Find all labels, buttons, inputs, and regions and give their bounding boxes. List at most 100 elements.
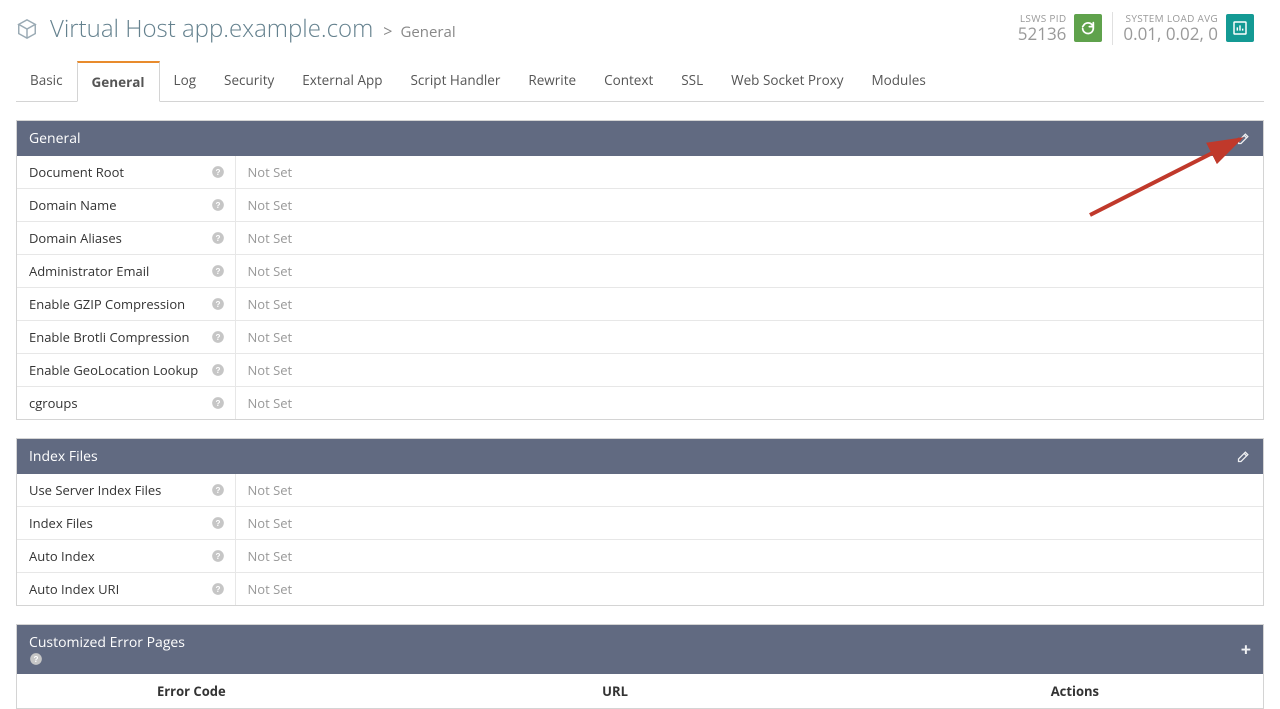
- error-pages-columns: Error Code URL Actions: [17, 674, 1263, 708]
- tab-bar: Basic General Log Security External App …: [16, 61, 1264, 102]
- row-index-files: Index Files? Not Set: [17, 507, 1263, 540]
- label-document-root: Document Root: [29, 163, 124, 181]
- label-use-server-index: Use Server Index Files: [29, 481, 161, 499]
- svg-text:?: ?: [215, 399, 220, 408]
- add-error-page-button[interactable]: +: [1241, 638, 1251, 662]
- stat-load: SYSTEM LOAD AVG 0.01, 0.02, 0: [1112, 12, 1264, 44]
- svg-text:?: ?: [215, 519, 220, 528]
- value-auto-index: Not Set: [235, 540, 1263, 573]
- svg-text:?: ?: [215, 234, 220, 243]
- value-domain-aliases: Not Set: [235, 222, 1263, 255]
- breadcrumb-separator: >: [383, 20, 392, 42]
- help-icon[interactable]: ?: [211, 483, 225, 497]
- panel-general: General Document Root? Not Set Domain Na…: [16, 120, 1264, 420]
- help-icon[interactable]: ?: [211, 297, 225, 311]
- page-title-text: Virtual Host app.example.com: [50, 12, 373, 45]
- panel-index-header: Index Files: [17, 439, 1263, 474]
- panel-error-title-text: Customized Error Pages: [29, 633, 185, 652]
- svg-text:?: ?: [215, 585, 220, 594]
- svg-text:?: ?: [215, 486, 220, 495]
- page-header: Virtual Host app.example.com > General L…: [0, 0, 1280, 51]
- value-index-files: Not Set: [235, 507, 1263, 540]
- index-settings-table: Use Server Index Files? Not Set Index Fi…: [17, 474, 1263, 605]
- tab-script-handler[interactable]: Script Handler: [397, 61, 515, 101]
- edit-general-button[interactable]: [1236, 131, 1251, 146]
- row-admin-email: Administrator Email? Not Set: [17, 255, 1263, 288]
- header-stats: LSWS PID 52136 SYSTEM LOAD AVG 0.01, 0.0…: [1008, 12, 1264, 44]
- page-title: Virtual Host app.example.com > General: [16, 12, 456, 45]
- panel-error-pages: Customized Error Pages ? + Error Code UR…: [16, 624, 1264, 709]
- label-admin-email: Administrator Email: [29, 262, 149, 280]
- stats-button[interactable]: [1226, 14, 1254, 42]
- col-error-code: Error Code: [17, 674, 590, 708]
- tab-websocket-proxy[interactable]: Web Socket Proxy: [717, 61, 857, 101]
- general-settings-table: Document Root? Not Set Domain Name? Not …: [17, 156, 1263, 419]
- label-domain-aliases: Domain Aliases: [29, 229, 122, 247]
- panel-general-header: General: [17, 121, 1263, 156]
- stat-pid: LSWS PID 52136: [1008, 12, 1113, 44]
- tab-security[interactable]: Security: [210, 61, 288, 101]
- help-icon[interactable]: ?: [211, 549, 225, 563]
- help-icon[interactable]: ?: [211, 582, 225, 596]
- col-url: URL: [590, 674, 1039, 708]
- breadcrumb: General: [400, 22, 455, 42]
- tab-external-app[interactable]: External App: [288, 61, 396, 101]
- load-value: 0.01, 0.02, 0: [1123, 24, 1218, 44]
- help-icon[interactable]: ?: [211, 516, 225, 530]
- svg-text:?: ?: [215, 552, 220, 561]
- help-icon[interactable]: ?: [211, 363, 225, 377]
- pid-value: 52136: [1018, 24, 1067, 44]
- value-domain-name: Not Set: [235, 189, 1263, 222]
- help-icon[interactable]: ?: [211, 396, 225, 410]
- svg-text:?: ?: [215, 300, 220, 309]
- value-use-server-index: Not Set: [235, 474, 1263, 507]
- panel-index-title: Index Files: [29, 447, 1236, 466]
- help-icon[interactable]: ?: [211, 330, 225, 344]
- row-geolocation: Enable GeoLocation Lookup? Not Set: [17, 354, 1263, 387]
- svg-text:?: ?: [34, 655, 39, 664]
- panel-general-title: General: [29, 129, 1236, 148]
- row-use-server-index: Use Server Index Files? Not Set: [17, 474, 1263, 507]
- tab-general[interactable]: General: [77, 61, 160, 102]
- value-cgroups: Not Set: [235, 387, 1263, 420]
- tab-modules[interactable]: Modules: [858, 61, 940, 101]
- svg-text:?: ?: [215, 267, 220, 276]
- label-geolocation: Enable GeoLocation Lookup: [29, 361, 198, 379]
- svg-text:?: ?: [215, 201, 220, 210]
- col-actions: Actions: [1039, 674, 1263, 708]
- row-document-root: Document Root? Not Set: [17, 156, 1263, 189]
- help-icon[interactable]: ?: [211, 165, 225, 179]
- tab-context[interactable]: Context: [590, 61, 667, 101]
- help-icon[interactable]: ?: [211, 264, 225, 278]
- help-icon[interactable]: ?: [29, 652, 1241, 666]
- value-document-root: Not Set: [235, 156, 1263, 189]
- panel-error-header: Customized Error Pages ? +: [17, 625, 1263, 674]
- help-icon[interactable]: ?: [211, 198, 225, 212]
- row-auto-index: Auto Index? Not Set: [17, 540, 1263, 573]
- label-gzip: Enable GZIP Compression: [29, 295, 185, 313]
- tab-rewrite[interactable]: Rewrite: [514, 61, 590, 101]
- row-gzip: Enable GZIP Compression? Not Set: [17, 288, 1263, 321]
- label-auto-index: Auto Index: [29, 547, 95, 565]
- value-auto-index-uri: Not Set: [235, 573, 1263, 606]
- tab-ssl[interactable]: SSL: [667, 61, 717, 101]
- svg-text:?: ?: [215, 333, 220, 342]
- value-geolocation: Not Set: [235, 354, 1263, 387]
- tab-basic[interactable]: Basic: [16, 61, 77, 101]
- tab-log[interactable]: Log: [160, 61, 211, 101]
- row-auto-index-uri: Auto Index URI? Not Set: [17, 573, 1263, 606]
- edit-index-button[interactable]: [1236, 449, 1251, 464]
- value-brotli: Not Set: [235, 321, 1263, 354]
- panel-error-title: Customized Error Pages ?: [29, 633, 1241, 666]
- help-icon[interactable]: ?: [211, 231, 225, 245]
- label-cgroups: cgroups: [29, 394, 78, 412]
- svg-text:?: ?: [215, 366, 220, 375]
- value-admin-email: Not Set: [235, 255, 1263, 288]
- label-brotli: Enable Brotli Compression: [29, 328, 190, 346]
- label-domain-name: Domain Name: [29, 196, 117, 214]
- label-index-files: Index Files: [29, 514, 93, 532]
- restart-button[interactable]: [1074, 14, 1102, 42]
- row-brotli: Enable Brotli Compression? Not Set: [17, 321, 1263, 354]
- cube-icon: [16, 18, 38, 40]
- label-auto-index-uri: Auto Index URI: [29, 580, 119, 598]
